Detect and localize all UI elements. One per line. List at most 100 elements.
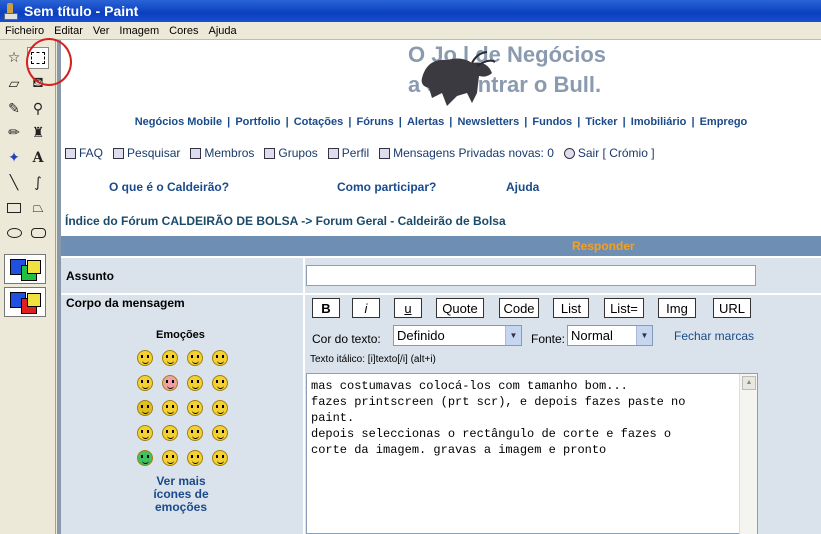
- help-link[interactable]: Ajuda: [506, 180, 539, 194]
- list-button[interactable]: List: [553, 298, 589, 318]
- members-link[interactable]: Membros: [190, 146, 254, 160]
- emoticon-icon[interactable]: [162, 425, 178, 441]
- ellipse-tool[interactable]: [3, 222, 25, 244]
- font-size-select[interactable]: Normal ▼: [567, 325, 653, 346]
- emoticon-icon[interactable]: [212, 425, 228, 441]
- nav-link[interactable]: Ticker: [585, 116, 617, 128]
- scroll-up-icon[interactable]: ▲: [742, 376, 756, 390]
- text-color-label: Cor do texto:: [312, 332, 381, 346]
- faq-icon: [65, 147, 76, 159]
- italic-button[interactable]: i: [352, 298, 380, 318]
- emoticon-icon[interactable]: [187, 350, 203, 366]
- option-square-yellow: [27, 293, 41, 307]
- nav-link[interactable]: Negócios Mobile: [135, 116, 222, 128]
- pencil-tool[interactable]: ✏: [3, 122, 25, 144]
- bold-button[interactable]: B: [312, 298, 340, 318]
- color-picker-tool[interactable]: ✎: [3, 98, 25, 120]
- nav-link[interactable]: Fóruns: [356, 116, 393, 128]
- menu-colors[interactable]: Cores: [164, 25, 203, 37]
- paint-app-icon: [4, 3, 18, 20]
- emoticon-icon[interactable]: [162, 375, 178, 391]
- textarea-scrollbar[interactable]: ▲: [739, 374, 757, 534]
- magnifier-icon: ⚲: [32, 101, 44, 117]
- nav-link[interactable]: Alertas: [407, 116, 444, 128]
- emoticon-icon[interactable]: [162, 350, 178, 366]
- more-emoticons-link[interactable]: Ver mais ícones de emoções: [146, 475, 216, 514]
- emoticon-icon[interactable]: [212, 400, 228, 416]
- emoticon-icon[interactable]: [212, 375, 228, 391]
- emoticon-icon[interactable]: [187, 450, 203, 466]
- emoticon-icon[interactable]: [137, 425, 153, 441]
- rectangle-tool[interactable]: [3, 197, 25, 219]
- rounded-rect-tool[interactable]: [27, 222, 49, 244]
- menu-image[interactable]: Imagem: [114, 25, 164, 37]
- free-select-tool[interactable]: ☆: [3, 47, 25, 69]
- text-color-value: Definido: [397, 328, 445, 343]
- eraser-tool[interactable]: ▱: [3, 73, 25, 95]
- menu-edit[interactable]: Editar: [49, 25, 88, 37]
- breadcrumb-index[interactable]: Índice do Fórum CALDEIRÃO DE BOLSA: [65, 214, 298, 228]
- star-select-icon: ☆: [7, 50, 21, 66]
- logout-link[interactable]: Sair [ Crómio ]: [563, 146, 655, 160]
- breadcrumb-forum[interactable]: Forum Geral - Caldeirão de Bolsa: [316, 214, 506, 228]
- nav-link[interactable]: Imobiliário: [631, 116, 687, 128]
- chevron-down-icon: ▼: [636, 326, 652, 345]
- emoticon-icon[interactable]: [212, 350, 228, 366]
- nav-link[interactable]: Emprego: [700, 116, 748, 128]
- code-button[interactable]: Code: [499, 298, 539, 318]
- emoticon-icon[interactable]: [137, 350, 153, 366]
- close-tags-link[interactable]: Fechar marcas: [674, 329, 754, 343]
- subject-input[interactable]: [306, 265, 756, 286]
- ordered-list-button[interactable]: List=: [604, 298, 644, 318]
- nav-link[interactable]: Fundos: [532, 116, 572, 128]
- faq-link[interactable]: FAQ: [65, 146, 103, 160]
- emoticon-icon[interactable]: [137, 400, 153, 416]
- emoticon-icon[interactable]: [187, 400, 203, 416]
- members-label: Membros: [204, 146, 255, 160]
- what-is-link[interactable]: O que é o Caldeirão?: [109, 180, 229, 194]
- menu-view[interactable]: Ver: [88, 25, 115, 37]
- profile-icon: [327, 147, 339, 159]
- groups-label: Grupos: [278, 146, 318, 160]
- fill-option-opaque[interactable]: [4, 254, 46, 284]
- groups-link[interactable]: Grupos: [264, 146, 318, 160]
- emoticon-icon[interactable]: [162, 400, 178, 416]
- line-icon: ╲: [9, 175, 19, 191]
- airbrush-tool[interactable]: ✦: [3, 147, 25, 169]
- image-button[interactable]: Img: [658, 298, 696, 318]
- breadcrumb: Índice do Fórum CALDEIRÃO DE BOLSA -> Fo…: [65, 214, 506, 228]
- line-tool[interactable]: ╲: [3, 172, 25, 194]
- url-button[interactable]: URL: [713, 298, 751, 318]
- font-size-value: Normal: [571, 328, 613, 343]
- emoticon-icon[interactable]: [212, 450, 228, 466]
- site-nav: Negócios Mobile | Portfolio | Cotações |…: [134, 116, 748, 128]
- magnifier-tool[interactable]: ⚲: [27, 98, 49, 120]
- messages-link[interactable]: Mensagens Privadas novas: 0: [379, 146, 554, 160]
- paint-canvas[interactable]: O Jo l de Negócios a encontrar o Bull. N…: [61, 40, 821, 534]
- curve-tool[interactable]: ∫: [27, 172, 49, 194]
- nav-link[interactable]: Cotações: [294, 116, 344, 128]
- search-link[interactable]: Pesquisar: [113, 146, 180, 160]
- fill-option-transparent[interactable]: [4, 287, 46, 317]
- menu-help[interactable]: Ajuda: [203, 25, 241, 37]
- nav-link[interactable]: Portfolio: [235, 116, 280, 128]
- menu-file[interactable]: Ficheiro: [0, 25, 49, 37]
- profile-link[interactable]: Perfil: [327, 146, 370, 160]
- emoticon-icon[interactable]: [187, 375, 203, 391]
- emoticon-icon[interactable]: [137, 450, 153, 466]
- emoticon-icon[interactable]: [162, 450, 178, 466]
- profile-label: Perfil: [341, 146, 370, 160]
- polygon-tool[interactable]: ⏢: [27, 197, 49, 219]
- text-tool[interactable]: A: [27, 147, 49, 169]
- message-textarea[interactable]: mas costumavas colocá-los com tamanho bo…: [306, 373, 758, 534]
- emoticon-icon[interactable]: [187, 425, 203, 441]
- emoticon-icon[interactable]: [137, 375, 153, 391]
- underline-button[interactable]: u: [394, 298, 422, 318]
- brush-tool[interactable]: ♜: [27, 122, 49, 144]
- text-color-select[interactable]: Definido ▼: [393, 325, 522, 346]
- eyedropper-icon: ✎: [8, 101, 20, 117]
- how-to-join-link[interactable]: Como participar?: [337, 180, 436, 194]
- messages-icon: [379, 147, 391, 159]
- nav-link[interactable]: Newsletters: [457, 116, 519, 128]
- quote-button[interactable]: Quote: [436, 298, 484, 318]
